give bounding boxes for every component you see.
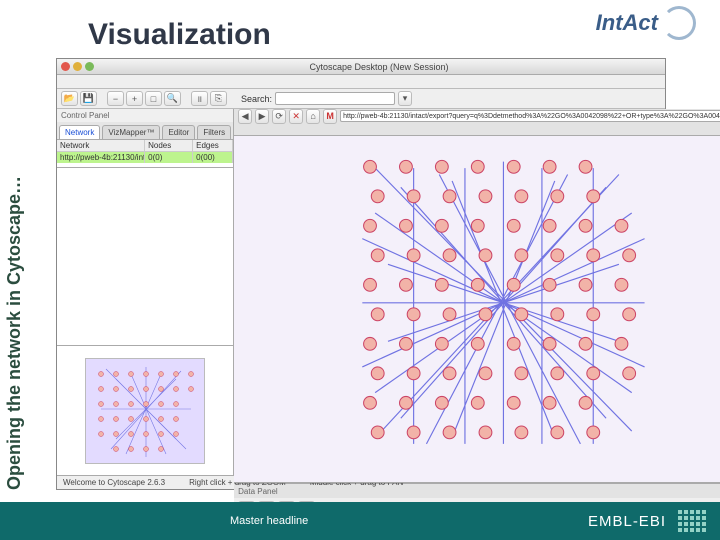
intact-logo-text: IntAct	[596, 10, 658, 36]
tab-vizmapper[interactable]: VizMapper™	[102, 125, 160, 139]
control-panel-empty	[57, 168, 233, 345]
network-list-header: Network Nodes Edges	[57, 140, 233, 152]
browser-forward-button[interactable]: ▶	[255, 109, 269, 124]
browser-back-button[interactable]: ◀	[238, 109, 252, 124]
tab-filters[interactable]: Filters	[197, 125, 231, 139]
menu-bar[interactable]	[57, 75, 665, 89]
browser-stop-button[interactable]: ✕	[289, 109, 303, 124]
cytoscape-window: Cytoscape Desktop (New Session) 📂 💾 − + …	[56, 58, 666, 490]
zoom-in-button[interactable]: +	[126, 91, 143, 106]
zoom-sel-button[interactable]: 🔍	[164, 91, 181, 106]
browser-mozilla-button[interactable]: M	[323, 109, 337, 124]
browser-home-button[interactable]: ⌂	[306, 109, 320, 124]
zoom-in-icon: +	[132, 94, 137, 104]
main-toolbar: 📂 💾 − + □ 🔍 ॥ ⎘ Search: ▾	[57, 89, 665, 109]
toolbar-search: Search: ▾	[241, 91, 412, 106]
slide-title: Visualization	[88, 18, 271, 52]
data-panel-title: Data Panel	[234, 484, 720, 498]
zoom-fit-button[interactable]: □	[145, 91, 162, 106]
network-list: Network Nodes Edges http://pweb-4b:21130…	[57, 140, 233, 168]
toggle-overview-button[interactable]: ॥	[191, 91, 208, 106]
forward-icon: ▶	[259, 111, 266, 122]
intact-logo: IntAct	[596, 6, 696, 40]
control-panel-tabs: Network VizMapper™ Editor Filters	[57, 122, 233, 140]
window-titlebar[interactable]: Cytoscape Desktop (New Session)	[57, 59, 665, 75]
control-panel: Control Panel Network VizMapper™ Editor …	[57, 109, 234, 475]
open-button[interactable]: 📂	[61, 91, 78, 106]
back-icon: ◀	[242, 111, 249, 122]
control-panel-label: Control Panel	[57, 109, 233, 122]
save-button[interactable]: 💾	[80, 91, 97, 106]
col-nodes: Nodes	[145, 140, 193, 151]
plugin-icon: ⎘	[215, 93, 222, 104]
tab-editor[interactable]: Editor	[162, 125, 195, 139]
footer-master-headline: Master headline	[230, 515, 308, 527]
embl-ebi-logo-icon	[678, 510, 706, 532]
address-url: http://pweb-4b:21130/intact/export?query…	[343, 113, 720, 120]
save-icon: 💾	[83, 93, 94, 104]
maximize-icon[interactable]	[85, 62, 94, 71]
swirl-icon	[662, 6, 696, 40]
network-nodes: 0(0)	[145, 152, 193, 163]
network-edges: 0(00)	[193, 152, 233, 163]
plugin-button[interactable]: ⎘	[210, 91, 227, 106]
status-welcome: Welcome to Cytoscape 2.6.3	[63, 478, 165, 487]
window-title: Cytoscape Desktop (New Session)	[97, 62, 661, 72]
main-view: ◀ ▶ ⟳ ✕ ⌂ M http://pweb-4b:21130/intact/…	[234, 109, 720, 475]
mozilla-icon: M	[326, 111, 334, 121]
col-network: Network	[57, 140, 145, 151]
search-dropdown-icon[interactable]: ▾	[398, 91, 412, 106]
overview-thumbnail	[85, 358, 205, 464]
network-canvas[interactable]	[234, 136, 720, 483]
network-name: http://pweb-4b:21130/int…	[57, 152, 145, 163]
search-input[interactable]	[275, 92, 395, 105]
folder-icon: 📂	[64, 93, 75, 104]
browser-reload-button[interactable]: ⟳	[272, 109, 286, 124]
zoom-out-button[interactable]: −	[107, 91, 124, 106]
tab-network[interactable]: Network	[59, 125, 100, 139]
zoom-out-icon: −	[113, 94, 118, 104]
stop-icon: ✕	[292, 111, 300, 122]
fit-icon: □	[151, 94, 156, 104]
col-edges: Edges	[193, 140, 233, 151]
address-bar[interactable]: http://pweb-4b:21130/intact/export?query…	[340, 110, 720, 122]
embedded-browser-chrome: ◀ ▶ ⟳ ✕ ⌂ M http://pweb-4b:21130/intact/…	[234, 109, 720, 136]
rotated-sidebar-label: Opening the network in Cytoscape…	[4, 60, 25, 490]
network-row[interactable]: http://pweb-4b:21130/int… 0(0) 0(00)	[57, 152, 233, 163]
embl-ebi-logo-text: EMBL-EBI	[588, 513, 666, 530]
close-icon[interactable]	[61, 62, 70, 71]
overview-icon: ॥	[197, 92, 202, 105]
magnifier-icon: 🔍	[167, 93, 178, 104]
slide-footer: Master headline EMBL-EBI	[0, 502, 720, 540]
reload-icon: ⟳	[275, 111, 283, 122]
network-overview[interactable]	[57, 345, 233, 475]
minimize-icon[interactable]	[73, 62, 82, 71]
search-label: Search:	[241, 94, 272, 104]
home-icon: ⌂	[310, 111, 315, 121]
